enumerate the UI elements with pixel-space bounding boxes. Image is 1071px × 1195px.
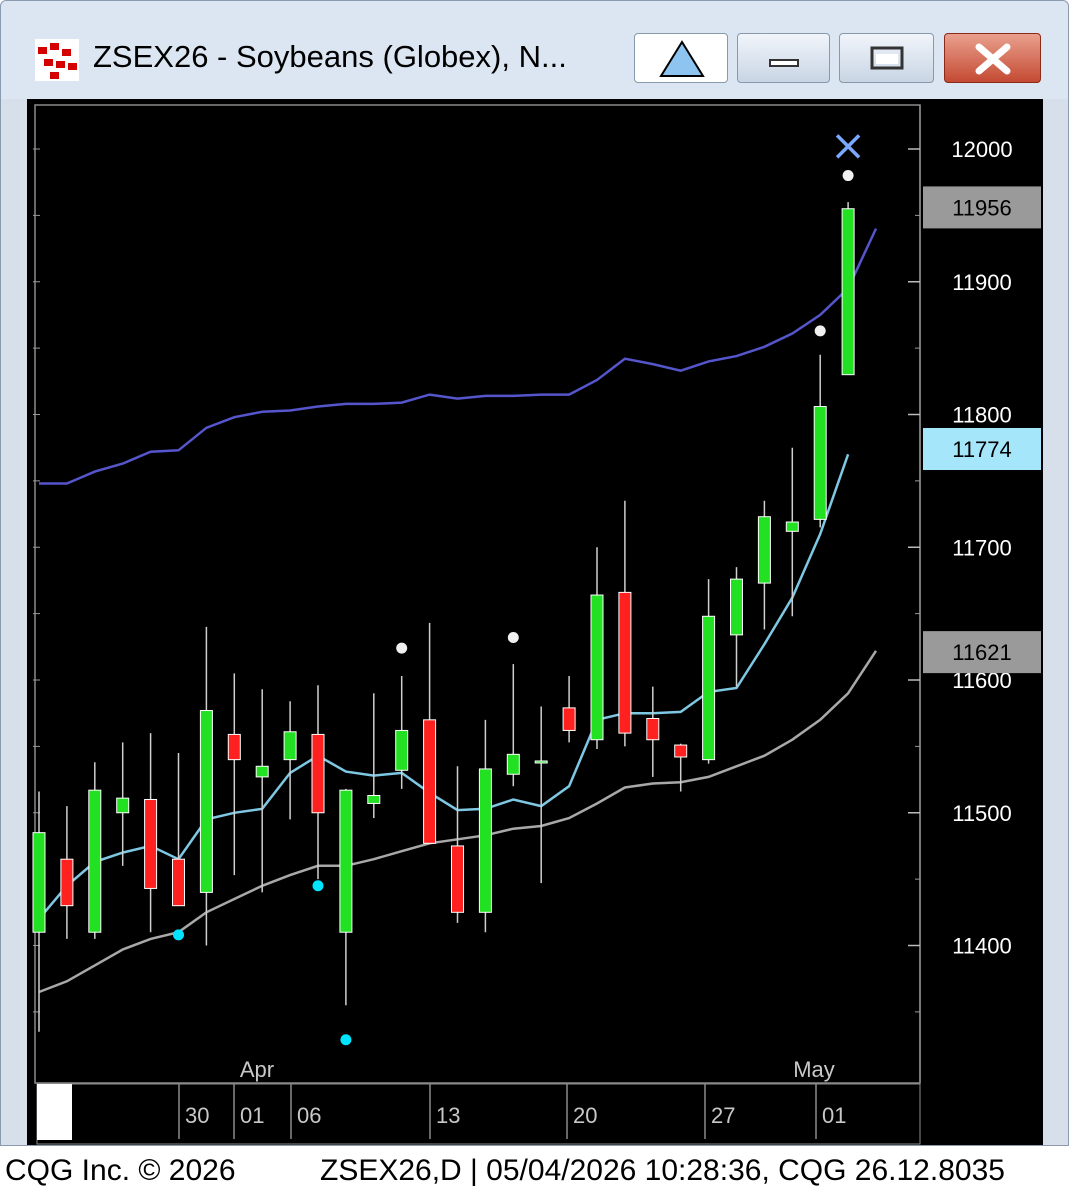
title-bar[interactable]: ZSEX26 - Soybeans (Globex), N... xyxy=(1,1,1068,99)
up-candle xyxy=(730,578,743,636)
up-candle xyxy=(32,832,46,933)
up-candle xyxy=(506,753,520,775)
up-candle xyxy=(702,615,716,761)
signal-dot xyxy=(507,632,519,644)
down-candle xyxy=(646,717,660,741)
up-candle xyxy=(757,516,771,584)
date-label: 30 xyxy=(185,1103,209,1128)
signal-dot xyxy=(842,170,854,182)
copyright-text: CQG Inc. © 2026 xyxy=(5,1154,236,1187)
down-candle xyxy=(423,719,437,844)
up-candle xyxy=(367,794,381,804)
cqg-app-icon xyxy=(35,39,79,81)
up-candle xyxy=(88,789,102,933)
up-candle xyxy=(813,406,827,520)
plot-area xyxy=(34,104,921,1084)
maximize-button[interactable] xyxy=(839,33,934,83)
signal-dot xyxy=(340,1034,352,1046)
date-label: 06 xyxy=(297,1103,321,1128)
triangle-icon xyxy=(659,40,705,77)
price-tag-label: 11774 xyxy=(952,437,1012,462)
up-candle xyxy=(841,208,855,376)
chart-client-area[interactable]: 12000 11900 11800 11700 11600 11500 11400 11956… xyxy=(27,99,1043,1145)
y-tick-label: 11500 xyxy=(952,801,1012,826)
up-candle xyxy=(785,521,799,532)
up-candle xyxy=(283,731,297,761)
down-candle xyxy=(674,744,688,758)
down-candle xyxy=(144,798,158,889)
up-triangle-button[interactable] xyxy=(634,33,728,83)
up-candle xyxy=(116,797,130,814)
price-tag-label: 11621 xyxy=(952,640,1012,665)
close-button[interactable] xyxy=(944,33,1041,83)
date-label: 27 xyxy=(711,1103,735,1128)
date-label: 20 xyxy=(573,1103,597,1128)
up-candle xyxy=(590,594,604,741)
signal-dot xyxy=(173,929,184,941)
date-axis xyxy=(36,1083,921,1145)
y-tick-label: 11400 xyxy=(952,934,1012,959)
minimize-icon xyxy=(769,59,799,67)
chart-status-text: ZSEX26,D | 05/04/2026 10:28:36, CQG 26.1… xyxy=(320,1154,1005,1187)
date-label: 13 xyxy=(436,1103,460,1128)
date-label: 01 xyxy=(822,1103,846,1128)
chart-window: ZSEX26 - Soybeans (Globex), N... 12000 11… xyxy=(0,0,1069,1146)
down-candle xyxy=(562,707,576,731)
up-candle xyxy=(199,710,213,893)
up-candle xyxy=(478,768,492,913)
up-candle xyxy=(339,789,353,933)
scroll-thumb xyxy=(37,1084,72,1140)
window-title: ZSEX26 - Soybeans (Globex), N... xyxy=(93,39,567,74)
down-candle xyxy=(172,858,185,907)
y-tick-label: 11700 xyxy=(952,535,1012,560)
down-candle xyxy=(451,845,464,913)
up-candle xyxy=(534,760,548,764)
price-tag-label: 11956 xyxy=(952,195,1012,220)
up-candle xyxy=(255,765,269,778)
price-chart[interactable]: 1200011900118001170011600115001140011956… xyxy=(27,99,1043,1145)
date-label: 01 xyxy=(240,1103,264,1128)
status-bar: CQG Inc. © 2026 ZSEX26,D | 05/04/2026 10… xyxy=(0,1146,1071,1195)
up-candle xyxy=(395,729,409,771)
y-tick-label: 11800 xyxy=(952,403,1012,428)
month-label: May xyxy=(793,1057,835,1082)
y-tick-label: 11900 xyxy=(952,270,1012,295)
y-tick-label: 12000 xyxy=(951,137,1012,162)
month-label: Apr xyxy=(240,1057,274,1082)
signal-dot xyxy=(396,642,408,654)
close-icon xyxy=(975,43,1011,75)
down-candle xyxy=(311,733,325,814)
down-candle xyxy=(227,733,241,761)
signal-dot xyxy=(312,880,324,892)
restore-icon xyxy=(870,46,904,70)
minimize-button[interactable] xyxy=(737,33,830,83)
down-candle xyxy=(618,591,632,734)
down-candle xyxy=(60,858,74,907)
signal-dot xyxy=(814,325,826,337)
